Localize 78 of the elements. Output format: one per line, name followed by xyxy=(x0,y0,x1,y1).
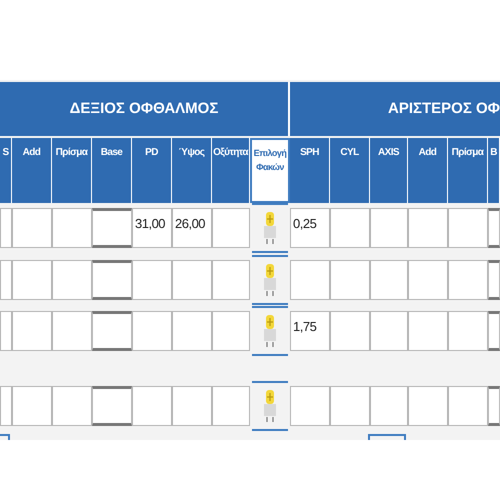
input-field[interactable] xyxy=(370,311,408,351)
input-field[interactable] xyxy=(290,386,330,426)
input-field[interactable] xyxy=(0,386,12,426)
input-field[interactable] xyxy=(408,260,448,300)
input-field[interactable] xyxy=(448,311,488,351)
eye-header: ΔΕΞΙΟΣ ΟΦΘΑΛΜΟΣ xyxy=(0,82,288,136)
select-field[interactable] xyxy=(488,260,500,300)
input-field[interactable] xyxy=(172,260,212,300)
column-header: Πρίσμα xyxy=(52,138,92,203)
input-field[interactable] xyxy=(370,208,408,248)
input-field[interactable] xyxy=(12,386,52,426)
column-header: PD xyxy=(132,138,172,203)
input-field[interactable] xyxy=(52,311,92,351)
input-field[interactable] xyxy=(12,260,52,300)
column-header: Πρίσμα xyxy=(448,138,488,203)
column-header: Επιλογή Φακών xyxy=(250,138,290,203)
input-field[interactable] xyxy=(212,260,250,300)
column-header: Ύψος xyxy=(172,138,212,203)
input-field[interactable]: 31,00 xyxy=(132,208,172,248)
input-field[interactable] xyxy=(212,208,250,248)
cart-plus-icon xyxy=(262,263,278,297)
column-header: Add xyxy=(408,138,448,203)
input-field[interactable] xyxy=(12,311,52,351)
select-field[interactable] xyxy=(92,260,132,300)
input-field[interactable] xyxy=(330,386,370,426)
input-field[interactable] xyxy=(0,311,12,351)
lens-select-button[interactable] xyxy=(252,255,288,305)
input-field[interactable] xyxy=(0,260,12,300)
cart-plus-icon xyxy=(262,389,278,423)
column-header: AXIS xyxy=(370,138,408,203)
column-header: CYL xyxy=(330,138,370,203)
input-field[interactable] xyxy=(52,260,92,300)
select-field[interactable] xyxy=(488,386,500,426)
input-field[interactable] xyxy=(448,208,488,248)
input-field[interactable]: 0,25 xyxy=(290,208,330,248)
column-header: S xyxy=(0,138,12,203)
input-field[interactable] xyxy=(132,260,172,300)
cart-plus-icon xyxy=(262,211,278,245)
input-field[interactable] xyxy=(448,386,488,426)
input-field[interactable] xyxy=(408,311,448,351)
input-field[interactable]: 1,75 xyxy=(290,311,330,351)
column-header: SPH xyxy=(290,138,330,203)
outlined-button[interactable] xyxy=(368,434,406,440)
input-field[interactable]: 26,00 xyxy=(172,208,212,248)
column-header: Base xyxy=(92,138,132,203)
input-field[interactable] xyxy=(408,386,448,426)
lens-select-button[interactable] xyxy=(252,203,288,253)
input-field[interactable] xyxy=(330,260,370,300)
input-field[interactable] xyxy=(212,311,250,351)
lens-select-button[interactable] xyxy=(252,306,288,356)
input-field[interactable] xyxy=(408,208,448,248)
input-field[interactable] xyxy=(132,386,172,426)
input-field[interactable] xyxy=(290,260,330,300)
input-field[interactable] xyxy=(330,208,370,248)
input-field[interactable] xyxy=(370,260,408,300)
cart-plus-icon xyxy=(262,314,278,348)
column-header: Οξύτητα xyxy=(212,138,250,203)
column-header: Add xyxy=(12,138,52,203)
eye-header: ΑΡΙΣΤΕΡΟΣ ΟΦ xyxy=(288,82,500,136)
select-field[interactable] xyxy=(92,311,132,351)
input-field[interactable] xyxy=(0,208,12,248)
input-field[interactable] xyxy=(132,311,172,351)
lens-select-button[interactable] xyxy=(252,381,288,431)
select-field[interactable] xyxy=(488,311,500,351)
outlined-button[interactable] xyxy=(0,434,10,440)
input-field[interactable] xyxy=(52,208,92,248)
select-field[interactable] xyxy=(488,208,500,248)
input-field[interactable] xyxy=(212,386,250,426)
select-field[interactable] xyxy=(92,386,132,426)
input-field[interactable] xyxy=(370,386,408,426)
column-header: B xyxy=(488,138,500,203)
select-field[interactable] xyxy=(92,208,132,248)
input-field[interactable] xyxy=(172,386,212,426)
input-field[interactable] xyxy=(330,311,370,351)
input-field[interactable] xyxy=(448,260,488,300)
input-field[interactable] xyxy=(172,311,212,351)
input-field[interactable] xyxy=(52,386,92,426)
input-field[interactable] xyxy=(12,208,52,248)
